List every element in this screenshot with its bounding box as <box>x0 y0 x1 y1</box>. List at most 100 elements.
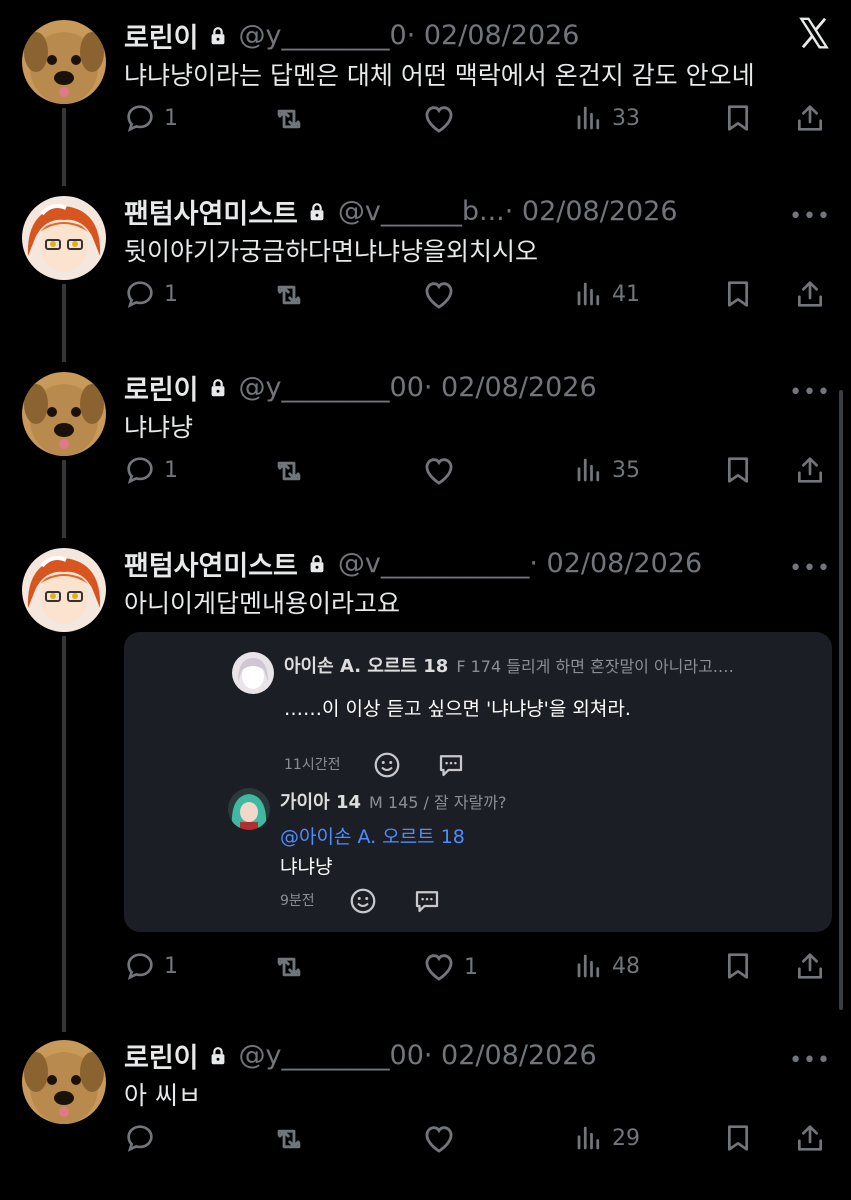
views-count: 48 <box>612 953 640 979</box>
like-button[interactable]: 1 <box>422 950 478 984</box>
like-button[interactable] <box>422 454 464 488</box>
lock-icon <box>306 552 328 576</box>
thread-line <box>62 108 66 186</box>
display-name[interactable]: 로린이 <box>124 368 199 407</box>
like-button[interactable] <box>422 102 464 136</box>
handle[interactable]: @y________00 <box>239 372 424 403</box>
share-button[interactable] <box>794 454 826 486</box>
reply-button[interactable] <box>124 1122 164 1154</box>
thread-line <box>62 460 66 538</box>
retweet-button[interactable] <box>272 1122 306 1156</box>
tweet-header: 팬텀사연미스트 @v___________ · 02/08/2026 <box>124 544 702 583</box>
tweet-actions: 1 1 48 <box>124 950 834 990</box>
retweet-icon <box>272 278 306 312</box>
retweet-icon <box>272 454 306 488</box>
share-icon <box>794 102 826 134</box>
display-name[interactable]: 로린이 <box>124 16 199 55</box>
avatar[interactable] <box>22 372 106 456</box>
handle[interactable]: @y________00 <box>239 1040 424 1071</box>
views-button[interactable]: 29 <box>574 1122 640 1154</box>
bookmark-button[interactable] <box>722 950 754 982</box>
more-icon[interactable]: ••• <box>789 204 831 229</box>
views-button[interactable]: 41 <box>574 278 640 310</box>
avatar[interactable] <box>22 1040 106 1124</box>
retweet-icon <box>272 102 306 136</box>
views-button[interactable]: 48 <box>574 950 640 982</box>
thread-line <box>62 636 66 1032</box>
avatar[interactable] <box>22 548 106 632</box>
bookmark-icon <box>722 102 754 134</box>
tweet-date[interactable]: · 02/08/2026 <box>505 196 678 227</box>
views-count: 41 <box>612 281 640 307</box>
tweet-date[interactable]: · 02/08/2026 <box>529 548 702 579</box>
handle[interactable]: @v______b... <box>338 196 505 227</box>
bookmark-button[interactable] <box>722 278 754 310</box>
reply-button[interactable]: 1 <box>124 950 178 982</box>
tweet-text: 냐냐냥이라는 답멘은 대체 어떤 맥락에서 온건지 감도 안오네 <box>124 61 755 90</box>
retweet-button[interactable] <box>272 278 306 312</box>
comment-time: 11시간전 <box>284 757 341 773</box>
reply-icon <box>124 102 156 134</box>
views-icon <box>574 102 604 134</box>
reply-icon <box>124 278 156 310</box>
share-button[interactable] <box>794 950 826 982</box>
tweet-date[interactable]: · 02/08/2026 <box>424 1040 597 1071</box>
x-logo-icon <box>799 17 829 49</box>
avatar <box>232 652 274 694</box>
retweet-button[interactable] <box>272 454 306 488</box>
bookmark-icon <box>722 1122 754 1154</box>
like-icon <box>422 278 456 312</box>
share-icon <box>794 1122 826 1154</box>
reply-count: 1 <box>164 281 178 307</box>
like-button[interactable] <box>422 1122 464 1156</box>
reply-icon <box>124 454 156 486</box>
tweet-text: 뒷이야기가궁금하다면냐냐냥을외치시오 <box>124 237 539 266</box>
avatar[interactable] <box>22 196 106 280</box>
views-count: 35 <box>612 457 640 483</box>
comment-icon <box>439 755 463 777</box>
avatar[interactable] <box>22 20 106 104</box>
thread-line <box>62 284 66 362</box>
display-name[interactable]: 팬텀사연미스트 <box>124 544 298 583</box>
views-icon <box>574 454 604 486</box>
tweet-actions: 1 41 <box>124 278 834 318</box>
bookmark-button[interactable] <box>722 102 754 134</box>
tweet-date[interactable]: · 02/08/2026 <box>407 20 580 51</box>
share-button[interactable] <box>794 1122 826 1154</box>
tweet-text: 냐냐냥 <box>124 413 194 442</box>
tweet-date[interactable]: · 02/08/2026 <box>424 372 597 403</box>
comment-icon <box>415 891 439 913</box>
views-button[interactable]: 35 <box>574 454 640 486</box>
share-icon <box>794 950 826 982</box>
lock-icon <box>207 1044 229 1068</box>
views-button[interactable]: 33 <box>574 102 640 134</box>
retweet-button[interactable] <box>272 102 306 136</box>
bookmark-button[interactable] <box>722 1122 754 1154</box>
tweet-header: 로린이 @y________00 · 02/08/2026 <box>124 1036 597 1075</box>
reply-button[interactable]: 1 <box>124 102 178 134</box>
quoted-image[interactable]: 아이손 A. 오르트 18 F 174 들리게 하면 혼잣말이 아니라고.… ……… <box>124 632 832 932</box>
retweet-button[interactable] <box>272 950 306 984</box>
like-count: 1 <box>464 954 478 980</box>
reply-icon <box>124 950 156 982</box>
bookmark-icon <box>722 454 754 486</box>
bookmark-button[interactable] <box>722 454 754 486</box>
reply-button[interactable]: 1 <box>124 454 178 486</box>
comment-text: ……이 이상 듣고 싶으면 '냐냐냥'을 외쳐라. <box>284 698 631 720</box>
handle[interactable]: @y________0 <box>239 20 407 51</box>
handle[interactable]: @v___________ <box>338 548 529 579</box>
tweet-actions: 1 35 <box>124 454 834 494</box>
reply-count: 1 <box>164 105 178 131</box>
share-button[interactable] <box>794 102 826 134</box>
display-name[interactable]: 팬텀사연미스트 <box>124 192 298 231</box>
more-icon[interactable]: ••• <box>789 380 831 405</box>
display-name[interactable]: 로린이 <box>124 1036 199 1075</box>
more-icon[interactable]: ••• <box>789 1048 831 1073</box>
tweet-actions: 29 <box>124 1122 834 1162</box>
like-icon <box>422 102 456 136</box>
scrollbar[interactable] <box>839 390 843 1010</box>
like-button[interactable] <box>422 278 464 312</box>
reply-button[interactable]: 1 <box>124 278 178 310</box>
share-button[interactable] <box>794 278 826 310</box>
more-icon[interactable]: ••• <box>789 556 831 581</box>
